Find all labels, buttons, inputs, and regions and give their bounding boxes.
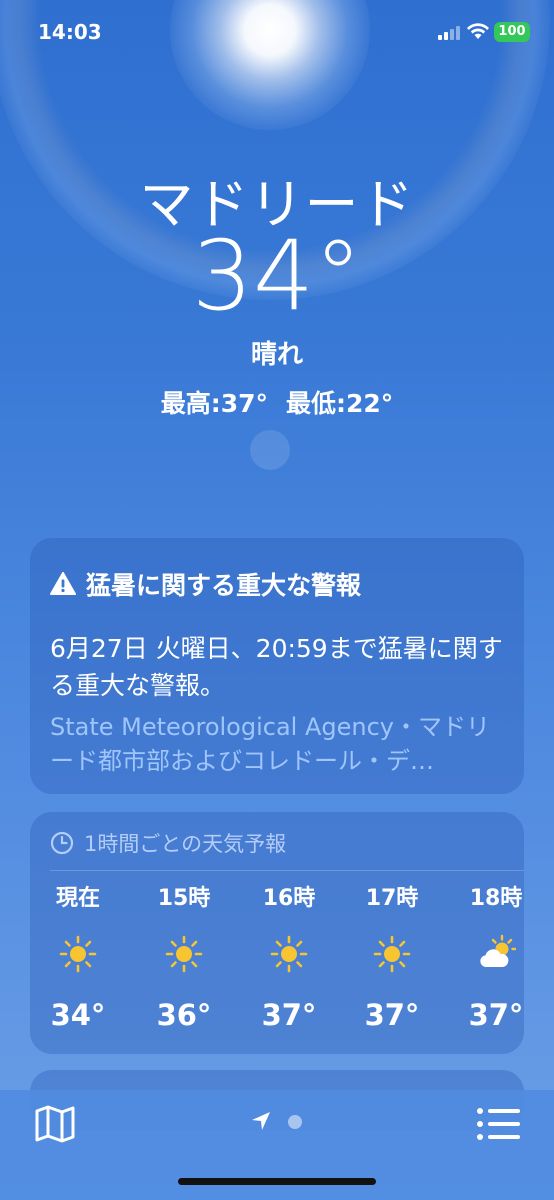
home-indicator[interactable] [178,1178,376,1185]
status-bar: 14:03 100 [0,0,554,64]
hour-temperature: 36° [156,998,212,1032]
hourly-forecast-title: 1時間ごとの天気予報 [84,832,287,856]
lens-flare [250,430,290,470]
page-indicator-dot[interactable] [288,1115,302,1129]
warning-icon [50,572,76,595]
high-low-temperature: 最高:37° 最低:22° [0,384,554,420]
hour-label: 現在 [55,886,100,911]
alert-title: 猛暑に関する重大な警報 [86,571,362,600]
hour-label: 16時 [262,886,316,911]
bottom-toolbar [0,1090,554,1200]
hour-label: 17時 [365,886,419,911]
hour-label: 18時 [469,886,523,911]
hour-temperature: 34° [50,998,106,1032]
low-temperature: 最低:22° [286,389,394,418]
current-location-icon[interactable] [250,1110,272,1132]
hour-temperature: 37° [261,998,317,1032]
hour-temperature: 37° [364,998,420,1032]
sun-icon [373,935,411,973]
alert-header: 猛暑に関する重大な警報 [50,566,361,602]
hour-temperature: 37° [468,998,524,1032]
sun-icon [270,935,308,973]
current-temperature: 34° [191,220,363,332]
clock-icon [50,831,74,855]
severe-weather-alert-card[interactable]: 猛暑に関する重大な警報 6月27日 火曜日、20:59まで猛暑に関する重大な警報… [30,538,524,794]
weather-condition: 晴れ [250,340,303,370]
status-time: 14:03 [38,20,102,44]
hour-label: 15時 [157,886,211,911]
wifi-icon [467,23,489,39]
hourly-forecast-list[interactable]: 現在 34° 15時 36° 16時 37° 17時 37° 18時 37° [30,874,524,1044]
hourly-forecast-card: 1時間ごとの天気予報 現在 34° 15時 36° 16時 37° 17時 37… [30,812,524,1054]
cellular-signal-icon [438,24,460,40]
battery-indicator: 100 [494,22,530,42]
partly-cloudy-icon [480,934,516,967]
alert-body: 6月27日 火曜日、20:59まで猛暑に関する重大な警報。 [50,634,503,700]
high-temperature: 最高:37° [160,389,268,418]
city-list-icon[interactable] [476,1106,520,1142]
hourly-forecast-header: 1時間ごとの天気予報 [50,828,286,858]
sun-icon [165,935,203,973]
sun-icon [59,935,97,973]
map-icon[interactable] [34,1104,76,1144]
alert-source[interactable]: State Meteorological Agency・マドリード都市部およびコ… [50,710,510,778]
divider [50,870,524,871]
